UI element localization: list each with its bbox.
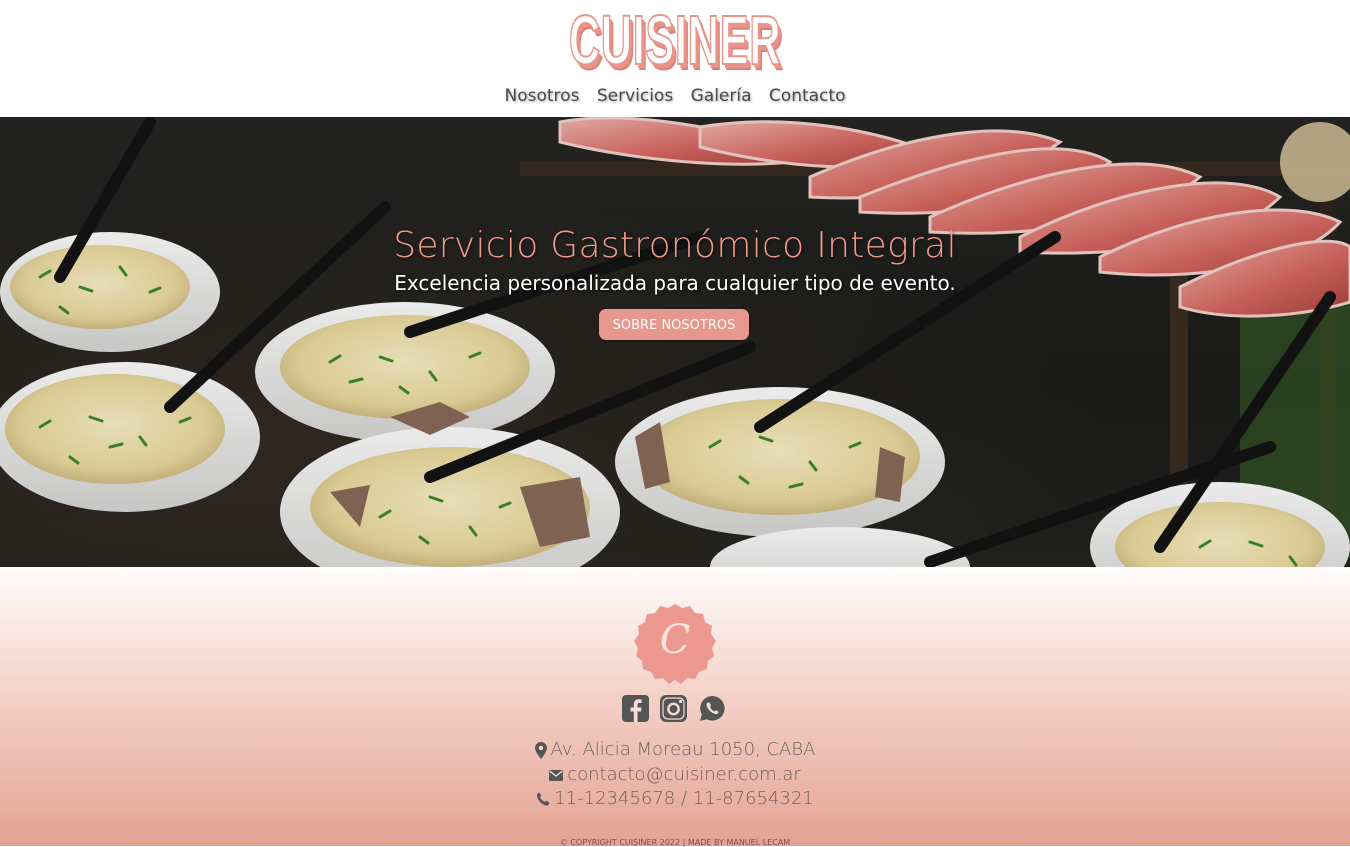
- brand-monogram: C: [659, 617, 691, 663]
- nav-item-contacto[interactable]: Contacto: [769, 86, 846, 106]
- envelope-icon: [549, 769, 564, 781]
- facebook-icon[interactable]: [622, 695, 649, 722]
- contact-address: Av. Alicia Moreau 1050, CABA: [0, 739, 1350, 760]
- about-us-button[interactable]: SOBRE NOSOTROS: [599, 309, 749, 340]
- social-links: [622, 695, 732, 723]
- site-header: CUISINER Nosotros Servicios Galería Cont…: [0, 0, 1350, 117]
- whatsapp-icon[interactable]: [699, 695, 726, 722]
- hero-overlay: [0, 117, 1350, 567]
- phone-icon: [537, 792, 550, 806]
- contact-email: contacto@cuisiner.com.ar: [0, 764, 1350, 785]
- phone-numbers: 11-12345678 / 11-87654321: [554, 788, 814, 809]
- site-footer: C Av. Alicia Moreau 1050, CABA contacto@…: [0, 567, 1350, 847]
- brand-logo[interactable]: CUISINER: [257, 0, 1094, 80]
- nav-item-galeria[interactable]: Galería: [691, 86, 752, 106]
- contact-phone: 11-12345678 / 11-87654321: [0, 788, 1350, 809]
- hero-subtitle: Excelencia personalizada para cualquier …: [394, 271, 956, 295]
- address-text: Av. Alicia Moreau 1050, CABA: [550, 739, 816, 760]
- map-marker-icon: [534, 741, 547, 759]
- instagram-icon[interactable]: [660, 695, 687, 722]
- hero-title: Servicio Gastronómico Integral: [393, 225, 957, 266]
- hero-section: Servicio Gastronómico Integral Excelenci…: [0, 117, 1350, 567]
- email-link[interactable]: contacto@cuisiner.com.ar: [567, 764, 801, 785]
- nav-item-nosotros[interactable]: Nosotros: [505, 86, 580, 106]
- main-nav: Nosotros Servicios Galería Contacto: [0, 86, 1350, 106]
- nav-item-servicios[interactable]: Servicios: [597, 86, 673, 106]
